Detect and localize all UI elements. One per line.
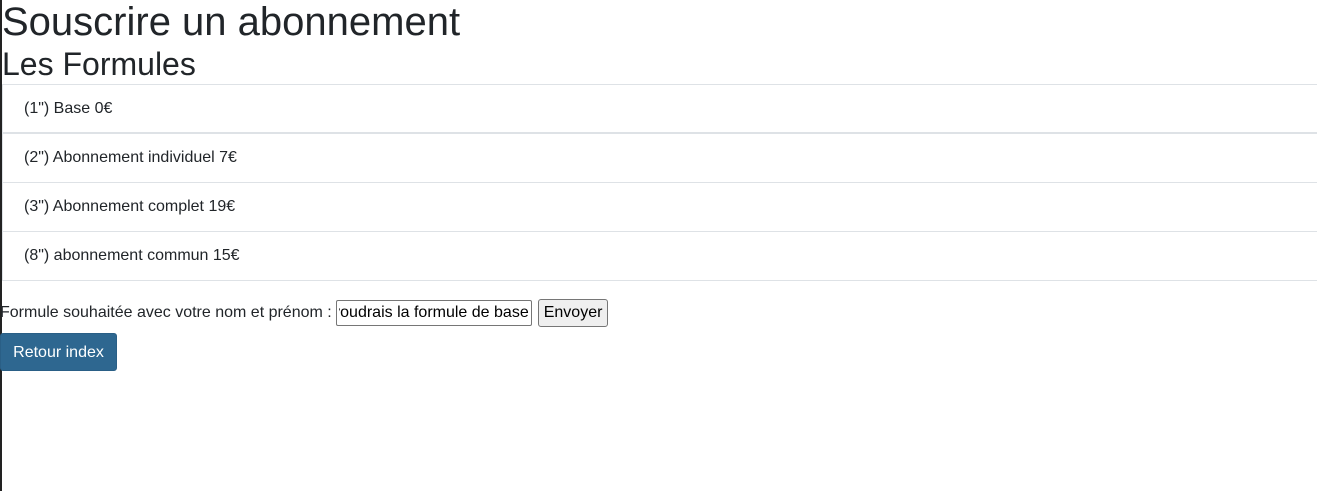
subscription-form: Formule souhaitée avec votre nom et prén… (0, 298, 609, 328)
form-label: Formule souhaitée avec votre nom et prén… (0, 304, 332, 321)
send-button[interactable]: Envoyer (537, 299, 609, 327)
formula-list: (1") Base 0€ (2") Abonnement individuel … (2, 84, 1317, 281)
formula-item-8: (8") abonnement commun 15€ (2, 232, 1317, 281)
page-container: Souscrire un abonnement Les Formules (1"… (2, 0, 1317, 289)
section-title: Les Formules (2, 46, 196, 82)
back-to-index-button[interactable]: Retour index (0, 333, 117, 371)
formula-item-2: (2") Abonnement individuel 7€ (2, 134, 1317, 183)
formula-request-input[interactable] (335, 300, 532, 326)
formula-item-1: (1") Base 0€ (2, 85, 1317, 134)
formula-item-3: (3") Abonnement complet 19€ (2, 183, 1317, 232)
page-title: Souscrire un abonnement (2, 0, 461, 44)
